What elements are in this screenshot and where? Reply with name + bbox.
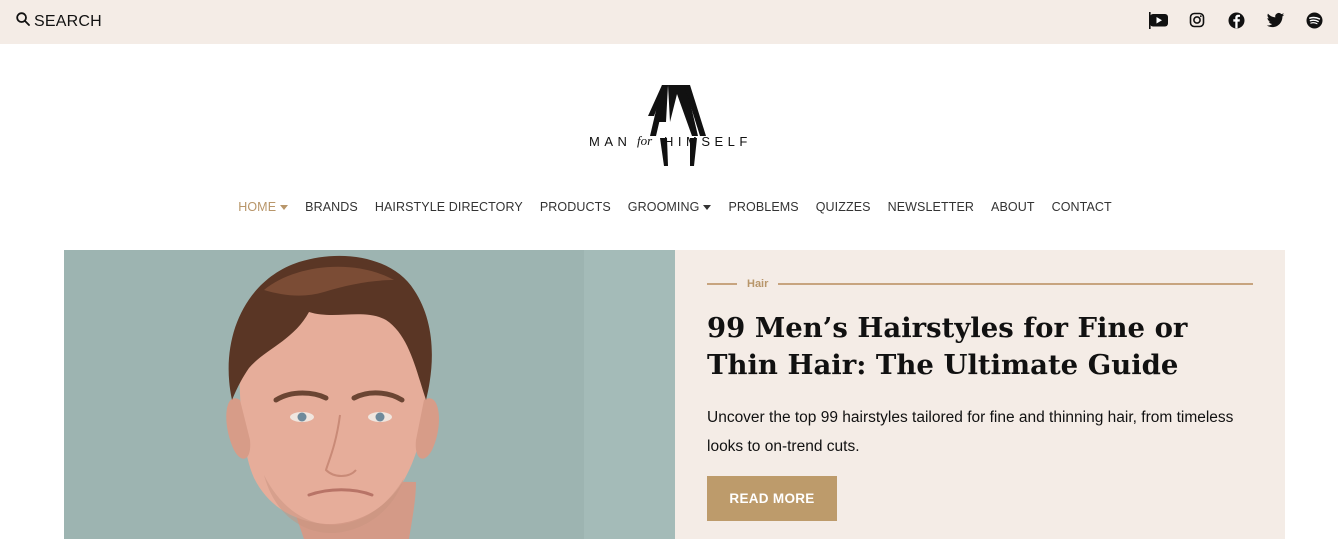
nav-item-label: NEWSLETTER xyxy=(887,200,975,214)
logo-mark xyxy=(648,85,706,166)
logo-text-himself: HIMSELF xyxy=(664,134,752,149)
search-icon xyxy=(16,12,30,31)
nav-item-label: QUIZZES xyxy=(815,200,871,214)
divider xyxy=(778,283,1253,285)
nav-item-problems[interactable]: PROBLEMS xyxy=(728,200,798,214)
nav-item-label: GROOMING xyxy=(627,200,700,214)
logo-text-man: MAN xyxy=(589,134,632,149)
featured-title[interactable]: 99 Men’s Hairstyles for Fine or Thin Hai… xyxy=(707,310,1247,384)
nav-item-home[interactable]: HOME xyxy=(238,200,289,214)
nav-item-contact[interactable]: CONTACT xyxy=(1052,200,1112,214)
nav-item-hairstyle-directory[interactable]: HAIRSTYLE DIRECTORY xyxy=(375,200,523,214)
twitter-icon[interactable] xyxy=(1266,11,1285,30)
featured-image[interactable] xyxy=(64,250,675,539)
read-more-button[interactable]: READ MORE xyxy=(707,476,837,521)
featured-excerpt: Uncover the top 99 hairstyles tailored f… xyxy=(707,409,1234,455)
divider xyxy=(707,283,737,285)
main-nav: HOME BRANDS HAIRSTYLE DIRECTORY PRODUCTS… xyxy=(0,200,1338,214)
featured-panel: Hair 99 Men’s Hairstyles for Fine or Thi… xyxy=(675,250,1285,539)
social-links xyxy=(1149,11,1324,30)
logo-text-for: for xyxy=(637,133,653,148)
search-button[interactable]: SEARCH xyxy=(16,12,102,31)
nav-item-newsletter[interactable]: NEWSLETTER xyxy=(888,200,974,214)
facebook-icon[interactable] xyxy=(1227,11,1246,30)
category-link[interactable]: Hair xyxy=(747,278,768,290)
nav-item-label: HOME xyxy=(238,200,277,214)
portrait-photo xyxy=(64,250,675,539)
nav-item-grooming[interactable]: GROOMING xyxy=(628,200,712,214)
nav-item-label: PROBLEMS xyxy=(728,200,799,214)
nav-item-label: ABOUT xyxy=(991,200,1035,214)
instagram-icon[interactable] xyxy=(1188,11,1207,30)
nav-item-label: HAIRSTYLE DIRECTORY xyxy=(374,200,523,214)
nav-item-brands[interactable]: BRANDS xyxy=(305,200,358,214)
youtube-icon[interactable] xyxy=(1149,11,1168,30)
nav-item-label: CONTACT xyxy=(1051,200,1112,214)
search-label: SEARCH xyxy=(34,12,102,30)
nav-item-label: PRODUCTS xyxy=(539,200,611,214)
caret-down-icon xyxy=(280,205,289,210)
spotify-icon[interactable] xyxy=(1305,11,1324,30)
category-row: Hair xyxy=(707,278,1253,290)
nav-item-quizzes[interactable]: QUIZZES xyxy=(816,200,871,214)
nav-item-label: BRANDS xyxy=(305,200,358,214)
nav-item-products[interactable]: PRODUCTS xyxy=(540,200,611,214)
top-bar: SEARCH xyxy=(0,0,1338,44)
nav-item-about[interactable]: ABOUT xyxy=(991,200,1035,214)
caret-down-icon xyxy=(703,205,712,210)
